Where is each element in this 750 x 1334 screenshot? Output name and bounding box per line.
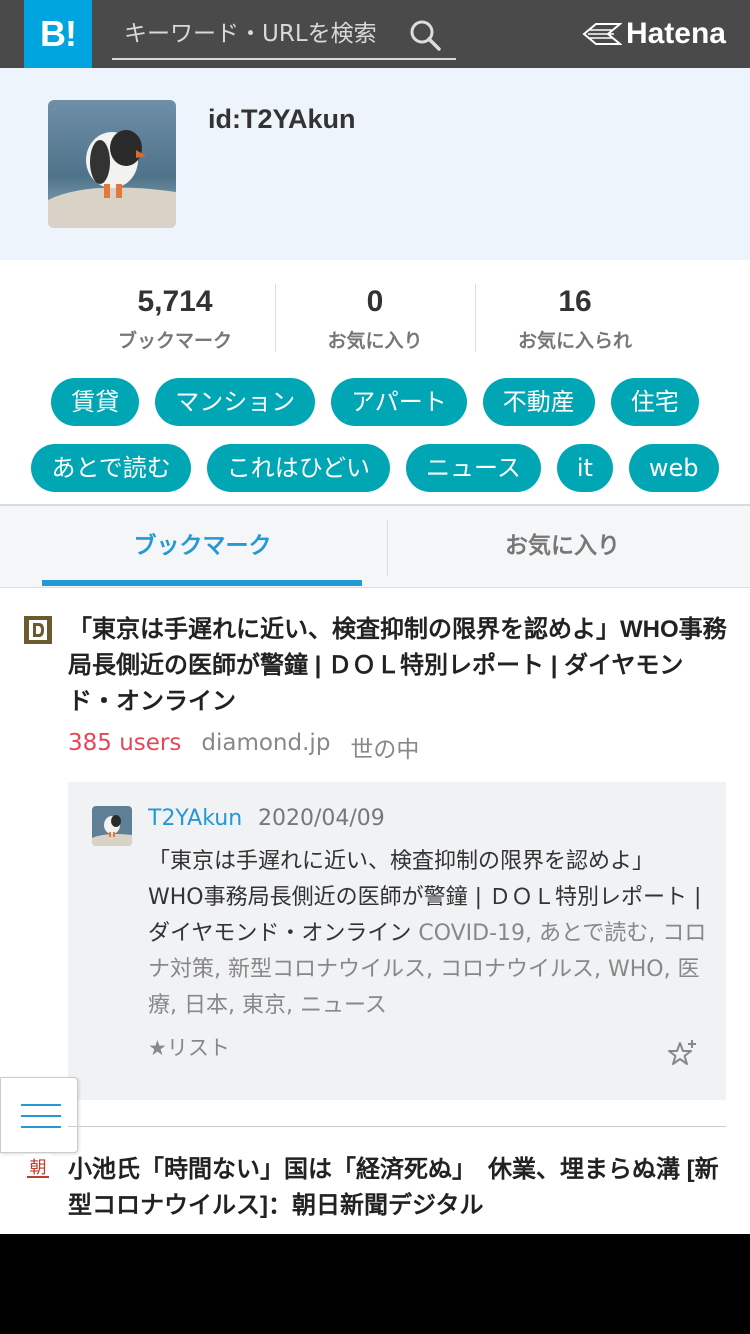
stat-label: お気に入られ <box>517 330 632 352</box>
profile-section: id:T2YAkun <box>0 68 750 260</box>
search-box[interactable] <box>112 10 456 60</box>
stats-bar: 5,714 ブックマーク 0 お気に入り 16 お気に入られ <box>75 284 675 352</box>
stat-value: 16 <box>558 285 592 318</box>
stat-label: ブックマーク <box>117 330 232 352</box>
menu-button[interactable] <box>0 1077 78 1153</box>
tag-row: 賃貸 マンション アパート 不動産 住宅 <box>0 378 750 426</box>
tab-bar: ブックマーク お気に入り <box>0 504 750 588</box>
hatena-brand[interactable]: Hatena <box>582 14 726 54</box>
brand-name: Hatena <box>625 17 726 50</box>
tag-chip[interactable]: 賃貸 <box>51 378 140 426</box>
tag-chip[interactable]: web <box>628 444 719 492</box>
svg-text:朝: 朝 <box>30 1158 47 1178</box>
tag-chip[interactable]: あとで読む <box>31 444 191 492</box>
stat-favorited-by[interactable]: 16 お気に入られ <box>475 284 675 352</box>
bookmark-comment: T2YAkun 2020/04/09 「東京は手遅れに近い、検査抑制の限界を認め… <box>68 782 726 1100</box>
hamburger-icon <box>21 1104 61 1106</box>
hatena-mark-icon <box>582 23 622 45</box>
search-icon[interactable] <box>408 18 442 52</box>
active-tab-indicator <box>42 580 362 586</box>
comment-avatar[interactable] <box>92 806 132 846</box>
hatena-bookmark-logo[interactable]: B! <box>24 0 92 68</box>
tab-favorites[interactable]: お気に入り <box>375 506 750 588</box>
entry-divider <box>68 1126 726 1127</box>
asahi-favicon-icon: 朝 <box>24 1154 52 1182</box>
page: B! Hatena <box>0 0 750 1234</box>
comment-username[interactable]: T2YAkun <box>148 806 242 831</box>
stat-label: お気に入り <box>327 330 423 352</box>
entry-title-link[interactable]: 小池氏「時間ない」国は「経済死ぬ」 休業、埋まらぬ溝 [新型コロナウイルス]：朝… <box>68 1152 728 1224</box>
entry-category[interactable]: 世の中 <box>350 730 419 764</box>
tab-bookmarks[interactable]: ブックマーク <box>15 506 390 588</box>
tag-chip[interactable]: 住宅 <box>610 378 699 426</box>
stat-value: 0 <box>366 285 384 318</box>
star-list-link[interactable]: ★リスト <box>148 1032 230 1062</box>
tag-chip[interactable]: アパート <box>331 378 467 426</box>
comment-date[interactable]: 2020/04/09 <box>258 806 385 831</box>
user-id[interactable]: id:T2YAkun <box>208 104 356 135</box>
hamburger-icon <box>21 1126 61 1128</box>
tag-chip[interactable]: 不動産 <box>482 378 595 426</box>
entry-title-link[interactable]: 「東京は手遅れに近い、検査抑制の限界を認めよ」WHO事務局長側近の医師が警鐘 |… <box>68 612 728 720</box>
tag-chip[interactable]: マンション <box>155 378 316 426</box>
stat-value: 5,714 <box>137 285 213 318</box>
tag-chip[interactable]: it <box>556 444 613 492</box>
tag-chip[interactable]: ニュース <box>406 444 541 492</box>
tag-chip[interactable]: これはひどい <box>206 444 391 492</box>
hamburger-icon <box>21 1115 61 1117</box>
add-star-icon[interactable] <box>666 1038 698 1070</box>
stat-favorites[interactable]: 0 お気に入り <box>275 284 475 352</box>
stat-bookmarks[interactable]: 5,714 ブックマーク <box>75 284 275 352</box>
diamond-favicon-icon <box>24 616 52 644</box>
top-header: B! Hatena <box>0 0 750 68</box>
bookmark-users-count[interactable]: 385 users <box>68 730 181 764</box>
tag-row: あとで読む これはひどい ニュース it web <box>0 444 750 492</box>
entry-domain[interactable]: diamond.jp <box>201 730 330 764</box>
search-input[interactable] <box>124 16 404 52</box>
user-avatar[interactable] <box>48 100 176 228</box>
entry-meta: 385 users diamond.jp 世の中 <box>68 730 419 764</box>
comment-text: 「東京は手遅れに近い、検査抑制の限界を認めよ」WHO事務局長側近の医師が警鐘 |… <box>148 844 708 1024</box>
